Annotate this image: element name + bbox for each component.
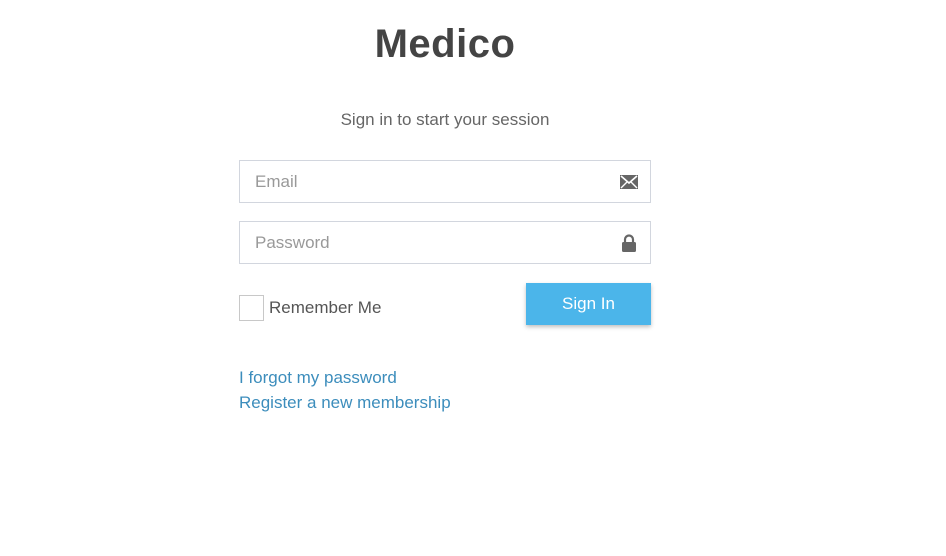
remember-me-label: Remember Me: [269, 298, 382, 317]
lock-icon: [619, 233, 639, 253]
password-input[interactable]: [240, 222, 650, 263]
email-field-group: [239, 160, 651, 203]
forgot-password-link[interactable]: I forgot my password: [239, 365, 651, 390]
remember-me-control[interactable]: Remember Me: [239, 295, 381, 321]
envelope-icon: [619, 172, 639, 192]
remember-me-checkbox[interactable]: [239, 295, 264, 321]
sign-in-button[interactable]: Sign In: [526, 283, 651, 325]
login-message: Sign in to start your session: [340, 110, 550, 129]
actions-row: Remember Me Sign In: [239, 283, 651, 345]
login-box: Sign in to start your session Email Reme…: [239, 108, 651, 415]
app-logo[interactable]: Medico: [0, 22, 890, 67]
register-link[interactable]: Register a new membership: [239, 390, 651, 415]
email-input[interactable]: [240, 161, 650, 202]
password-field-group: [239, 221, 651, 264]
auth-links: I forgot my password Register a new memb…: [239, 365, 651, 415]
login-page: Medico Sign in to start your session Ema…: [0, 0, 946, 556]
